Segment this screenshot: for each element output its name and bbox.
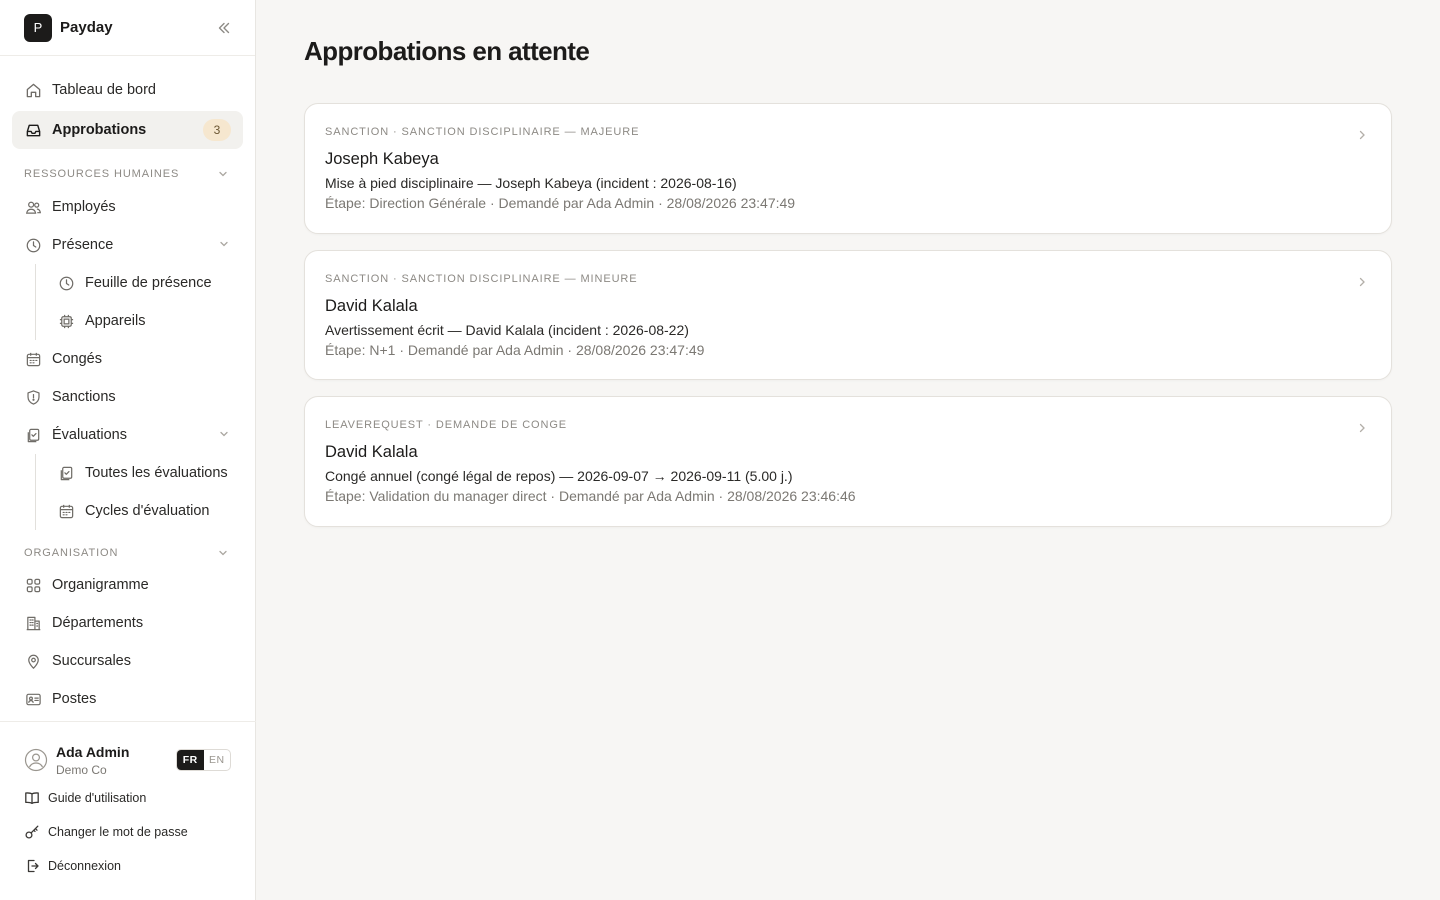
approval-type: LEAVEREQUEST · DEMANDE DE CONGE <box>325 419 568 431</box>
nav-evaluation-cycles-label: Cycles d'évaluation <box>85 503 210 519</box>
section-hr-label: RESSOURCES HUMAINES <box>24 168 180 180</box>
nav-evaluations[interactable]: Évaluations <box>12 416 243 454</box>
nav-positions[interactable]: Postes <box>12 680 243 718</box>
clipboard-check-icon <box>57 464 75 482</box>
nav-evaluations-label: Évaluations <box>52 427 127 443</box>
approval-card[interactable]: SANCTION · SANCTION DISCIPLINAIRE — MAJE… <box>304 103 1392 234</box>
nav-presence[interactable]: Présence <box>12 226 243 264</box>
chevron-right-icon[interactable] <box>1355 421 1369 435</box>
nav-timesheet-label: Feuille de présence <box>85 275 212 291</box>
clipboard-check-icon <box>24 426 42 444</box>
nav-timesheet[interactable]: Feuille de présence <box>45 264 243 302</box>
tree-line <box>35 454 36 530</box>
clock-icon <box>24 236 42 254</box>
nav-leaves[interactable]: Congés <box>12 340 243 378</box>
nav-branches[interactable]: Succursales <box>12 642 243 680</box>
approval-description: Avertissement écrit — David Kalala (inci… <box>325 322 689 338</box>
building-icon <box>24 614 42 632</box>
section-hr[interactable]: RESSOURCES HUMAINES <box>24 166 232 182</box>
nav-leaves-label: Congés <box>52 351 102 367</box>
chevron-down-icon[interactable] <box>217 427 231 441</box>
shield-icon <box>24 388 42 406</box>
home-icon <box>24 81 42 99</box>
nav-orgchart[interactable]: Organigramme <box>12 566 243 604</box>
tree-line <box>35 264 36 340</box>
nav-employees-label: Employés <box>52 199 116 215</box>
user-org: Demo Co <box>56 763 107 777</box>
user-avatar-icon <box>24 748 48 772</box>
app-logo[interactable]: P <box>24 13 52 42</box>
approval-type: SANCTION · SANCTION DISCIPLINAIRE — MAJE… <box>325 126 640 138</box>
nav-departments-label: Départements <box>52 615 144 631</box>
change-password-label: Changer le mot de passe <box>48 825 188 839</box>
chevron-down-icon[interactable] <box>216 546 230 560</box>
main-content: Approbations en attente SANCTION · SANCT… <box>256 0 1440 900</box>
guide-label: Guide d'utilisation <box>48 791 147 805</box>
nav-departments[interactable]: Départements <box>12 604 243 642</box>
users-icon <box>24 198 42 216</box>
nav-sanctions-label: Sanctions <box>52 389 116 405</box>
approval-employee-name: David Kalala <box>325 297 418 315</box>
nav-all-evaluations-label: Toutes les évaluations <box>85 465 228 481</box>
section-organisation-label: ORGANISATION <box>24 547 119 559</box>
nav-devices[interactable]: Appareils <box>45 302 243 340</box>
id-card-icon <box>24 690 42 708</box>
approval-card[interactable]: LEAVEREQUEST · DEMANDE DE CONGE David Ka… <box>304 396 1392 527</box>
inbox-icon <box>24 121 42 139</box>
guide-link[interactable]: Guide d'utilisation <box>24 788 146 808</box>
nav-presence-label: Présence <box>52 237 114 253</box>
approval-meta: Étape: Validation du manager direct · De… <box>325 488 856 504</box>
nav-employees[interactable]: Employés <box>12 188 243 226</box>
logout-icon <box>24 858 40 874</box>
chip-icon <box>57 312 75 330</box>
page-title: Approbations en attente <box>304 36 590 66</box>
language-switcher[interactable]: FR EN <box>176 749 231 771</box>
approval-type: SANCTION · SANCTION DISCIPLINAIRE — MINE… <box>325 273 638 285</box>
nav-devices-label: Appareils <box>85 313 146 329</box>
nav-sanctions[interactable]: Sanctions <box>12 378 243 416</box>
lang-fr-button[interactable]: FR <box>177 750 204 770</box>
approval-card[interactable]: SANCTION · SANCTION DISCIPLINAIRE — MINE… <box>304 250 1392 380</box>
nav-evaluation-cycles[interactable]: Cycles d'évaluation <box>45 492 243 530</box>
approval-description: Congé annuel (congé légal de repos) — 20… <box>325 468 793 484</box>
change-password-link[interactable]: Changer le mot de passe <box>24 822 188 842</box>
nav-all-evaluations[interactable]: Toutes les évaluations <box>45 454 243 492</box>
chevron-down-icon[interactable] <box>216 167 230 181</box>
calendar-icon <box>24 350 42 368</box>
nav-dashboard-label: Tableau de bord <box>52 82 156 98</box>
user-profile[interactable]: Ada Admin Demo Co FR EN <box>24 742 232 778</box>
section-organisation[interactable]: ORGANISATION <box>24 545 232 561</box>
nav-orgchart-label: Organigramme <box>52 577 149 593</box>
chevron-right-icon[interactable] <box>1355 275 1369 289</box>
grid-icon <box>24 576 42 594</box>
sidebar: P Payday Tableau de bord Approbations 3 … <box>0 0 256 900</box>
book-open-icon <box>24 790 40 806</box>
clock-icon <box>57 274 75 292</box>
nav-approvals-label: Approbations <box>52 122 147 138</box>
approval-employee-name: Joseph Kabeya <box>325 150 439 168</box>
chevron-right-icon[interactable] <box>1355 128 1369 142</box>
nav-positions-label: Postes <box>52 691 97 707</box>
logout-link[interactable]: Déconnexion <box>24 856 121 876</box>
nav-dashboard[interactable]: Tableau de bord <box>12 71 243 109</box>
calendar-icon <box>57 502 75 520</box>
user-name: Ada Admin <box>56 744 130 760</box>
approval-employee-name: David Kalala <box>325 443 418 461</box>
approval-meta: Étape: N+1 · Demandé par Ada Admin · 28/… <box>325 342 705 358</box>
map-pin-icon <box>24 652 42 670</box>
app-name[interactable]: Payday <box>60 19 113 36</box>
lang-en-button[interactable]: EN <box>204 750 231 770</box>
collapse-sidebar-icon[interactable] <box>214 18 234 38</box>
approval-meta: Étape: Direction Générale · Demandé par … <box>325 195 796 211</box>
key-icon <box>24 824 40 840</box>
nav-approvals[interactable]: Approbations 3 <box>12 111 243 149</box>
chevron-down-icon[interactable] <box>217 237 231 251</box>
logout-label: Déconnexion <box>48 859 121 873</box>
nav-branches-label: Succursales <box>52 653 131 669</box>
approval-description: Mise à pied disciplinaire — Joseph Kabey… <box>325 175 737 191</box>
approvals-count-badge: 3 <box>203 119 231 141</box>
